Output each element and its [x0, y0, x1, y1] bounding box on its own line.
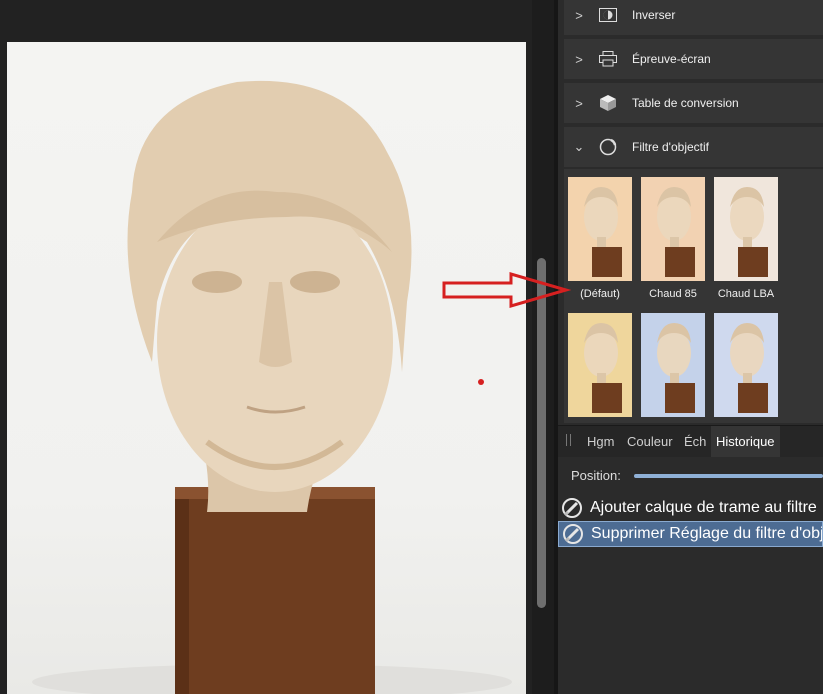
preset-thumbnail-5[interactable]: [641, 313, 705, 417]
tab-histogram[interactable]: Hgm: [587, 426, 614, 457]
brush-icon: [562, 498, 582, 518]
adjustment-label: Épreuve-écran: [632, 52, 711, 66]
tab-color[interactable]: Couleur: [627, 426, 673, 457]
printer-icon: [594, 45, 622, 73]
adjustment-soft-proof[interactable]: > Épreuve-écran: [564, 39, 823, 79]
invert-icon: [594, 1, 622, 29]
cube-icon: [594, 89, 622, 117]
history-entry[interactable]: Ajouter calque de trame au filtre: [558, 495, 823, 521]
adjustment-label: Table de conversion: [632, 96, 739, 110]
preset-thumbnail-default[interactable]: [568, 177, 632, 281]
history-panel: [558, 457, 823, 694]
adjustment-lens-filter[interactable]: ⌄ Filtre d'objectif: [564, 127, 823, 167]
adjustment-label: Filtre d'objectif: [632, 140, 709, 154]
history-entry-label: Supprimer Réglage du filtre d'objectif: [591, 525, 823, 542]
document-image[interactable]: [7, 42, 526, 694]
scrollbar-thumb[interactable]: [537, 258, 546, 608]
preset-label: Chaud LBA: [717, 288, 775, 300]
grip-handle-icon[interactable]: [566, 434, 571, 446]
adjustment-invert[interactable]: > Inverser: [564, 0, 823, 35]
chevron-down-icon[interactable]: ⌄: [564, 139, 594, 155]
preset-label: (Défaut): [580, 288, 620, 300]
brush-icon: [563, 524, 583, 544]
adjustment-label: Inverser: [632, 8, 676, 22]
position-slider[interactable]: [634, 474, 823, 478]
preset-thumbnail-4[interactable]: [568, 313, 632, 417]
position-label: Position:: [571, 468, 621, 483]
chevron-right-icon[interactable]: >: [564, 8, 594, 23]
lens-icon: [594, 133, 622, 161]
tab-swatches[interactable]: Éch: [684, 426, 706, 457]
tab-history[interactable]: Historique: [711, 426, 780, 457]
chevron-right-icon[interactable]: >: [564, 52, 594, 67]
annotation-dot: [478, 379, 484, 385]
preset-thumbnail-warm-lba[interactable]: [714, 177, 778, 281]
history-entry-label: Ajouter calque de trame au filtre: [590, 499, 817, 516]
preset-thumbnail-6[interactable]: [714, 313, 778, 417]
preset-thumbnail-warm-85[interactable]: [641, 177, 705, 281]
annotation-arrow-icon: [442, 272, 571, 308]
history-entry-selected[interactable]: Supprimer Réglage du filtre d'objectif: [558, 521, 823, 547]
adjustment-lut[interactable]: > Table de conversion: [564, 83, 823, 123]
preset-label: Chaud 85: [649, 288, 697, 300]
chevron-right-icon[interactable]: >: [564, 96, 594, 111]
